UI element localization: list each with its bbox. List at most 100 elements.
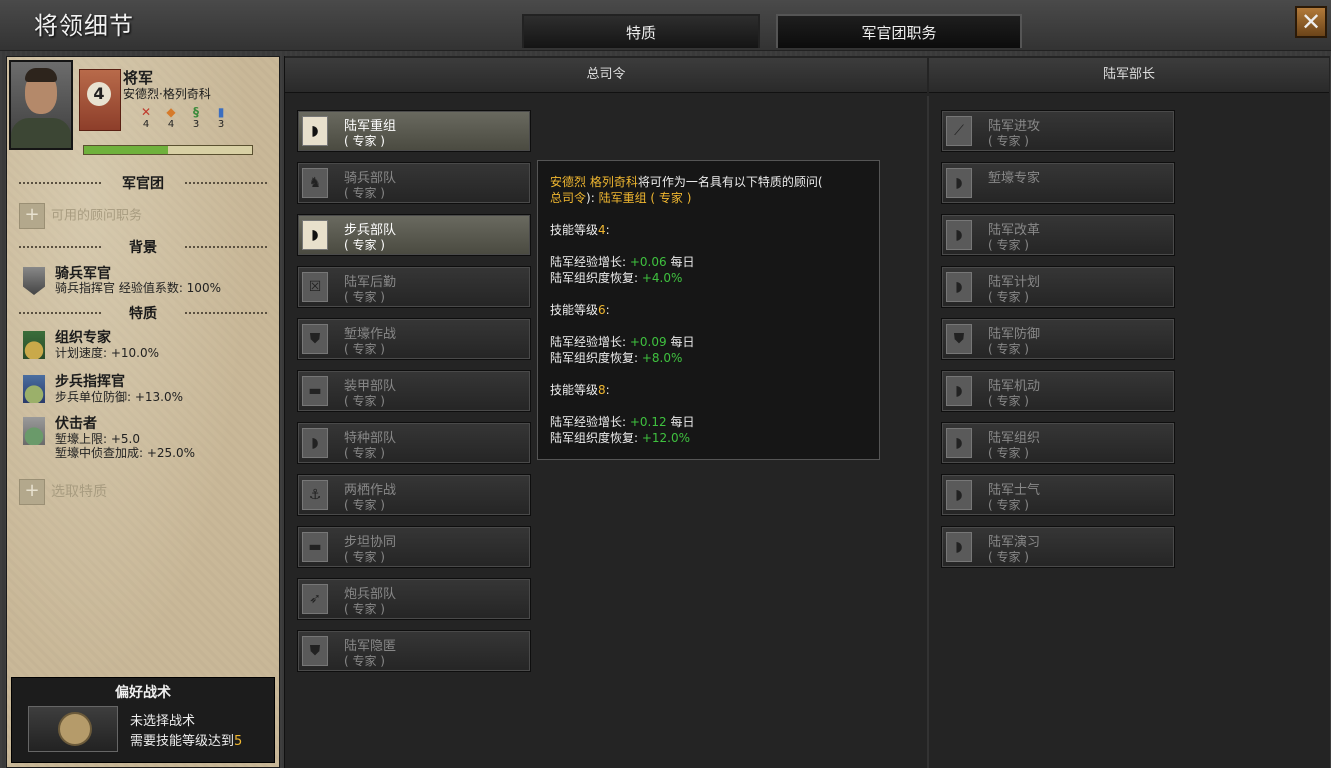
general-name: 安德烈·格列奇科 <box>123 87 211 101</box>
helmet-icon: ◗ <box>946 480 972 510</box>
advisor-slot-level: ( 专家 ) <box>344 498 385 512</box>
advisor-roles-panel: 总司令 陆军部长 ◗ 陆军重组( 专家 ) ♞ 骑兵部队( 专家 ) ◗ 步兵部队( 专家… <box>284 56 1330 768</box>
shield-icon: ⛊ <box>302 324 328 354</box>
close-button[interactable]: ✕ <box>1295 6 1327 38</box>
cavalry-badge-icon <box>23 267 45 295</box>
advisor-slot-level: ( 专家 ) <box>344 446 385 460</box>
advisor-slot-button[interactable]: ◗ 堑壕专家 <box>941 162 1175 204</box>
army-chief-column-header: 陆军部长 <box>929 58 1329 93</box>
advisor-slot-button[interactable]: ⟋ 陆军进攻( 专家 ) <box>941 110 1175 152</box>
advisor-slot-level: ( 专家 ) <box>988 134 1029 148</box>
advisor-slot-button[interactable]: ⚓ 两栖作战( 专家 ) <box>297 474 531 516</box>
advisor-slot-level: ( 专家 ) <box>344 602 385 616</box>
attack-stat: ✕ 4 <box>137 105 155 130</box>
artillery-icon: ➶ <box>302 584 328 614</box>
close-icon: ✕ <box>1300 8 1322 36</box>
defense-icon: ◆ <box>166 105 176 119</box>
shield-icon: ⛊ <box>302 636 328 666</box>
crate-icon: ☒ <box>302 272 328 302</box>
advisor-slot-level: ( 专家 ) <box>344 186 385 200</box>
background-heading: 背景 <box>7 237 279 257</box>
advisor-slot-level: ( 专家 ) <box>988 290 1029 304</box>
sword-icon: ⟋ <box>946 116 972 146</box>
tab-officer-corps-roles[interactable]: 军官团职务 <box>776 14 1022 48</box>
helmet-icon: ◗ <box>302 116 328 146</box>
planning-stat: § 3 <box>187 105 205 130</box>
tactic-emblem-icon <box>58 712 92 746</box>
advisor-slot-level: ( 专家 ) <box>988 342 1029 356</box>
advisor-slot-button[interactable]: ▬ 步坦协同( 专家 ) <box>297 526 531 568</box>
advisor-slot-level: ( 专家 ) <box>988 550 1029 564</box>
logistics-icon: ▮ <box>217 105 225 119</box>
planning-icon: § <box>193 105 199 119</box>
title-bar: 将领细节 特质 军官团职务 ✕ <box>0 0 1331 51</box>
helmet-icon: ◗ <box>302 428 328 458</box>
advisor-slot-button[interactable]: ◗ 陆军演习( 专家 ) <box>941 526 1175 568</box>
advisor-tooltip: 安德烈 格列奇科将可作为一名具有以下特质的顾问( 总司令): 陆军重组 ( 专家… <box>537 160 880 460</box>
advisor-slot-level: ( 专家 ) <box>988 394 1029 408</box>
helmet-icon: ◗ <box>946 376 972 406</box>
advisor-slot-level: ( 专家 ) <box>988 446 1029 460</box>
preferred-tactic-heading: 偏好战术 <box>115 685 171 701</box>
helmet-icon: ◗ <box>946 532 972 562</box>
advisor-slot-button[interactable]: ◗ 陆军机动( 专家 ) <box>941 370 1175 412</box>
helmet-icon: ◗ <box>946 428 972 458</box>
helmet-icon: ◗ <box>946 168 972 198</box>
logistics-stat: ▮ 3 <box>212 105 230 130</box>
advisor-slot-button[interactable]: ➶ 炮兵部队( 专家 ) <box>297 578 531 620</box>
available-advisor-role[interactable]: + 可用的顾问职务 <box>19 203 142 229</box>
medal-icon <box>23 375 45 403</box>
experience-bar <box>83 145 253 155</box>
plus-icon: + <box>19 203 45 229</box>
attack-icon: ✕ <box>140 105 152 119</box>
advisor-slot-button[interactable]: ◗ 陆军计划( 专家 ) <box>941 266 1175 308</box>
advisor-slot-level: ( 专家 ) <box>344 238 385 252</box>
advisor-slot-level: ( 专家 ) <box>344 654 385 668</box>
advisor-slot-name: 堑壕专家 <box>988 171 1041 186</box>
advisor-slot-button[interactable]: ⛊ 陆军防御( 专家 ) <box>941 318 1175 360</box>
rank-level: 4 <box>87 82 111 106</box>
advisor-slot-button[interactable]: ◗ 特种部队( 专家 ) <box>297 422 531 464</box>
defense-stat: ◆ 4 <box>162 105 180 130</box>
window-title: 将领细节 <box>34 12 134 40</box>
preferred-tactic-panel: 偏好战术 未选择战术 需要技能等级达到5 <box>11 677 275 763</box>
plus-icon: + <box>19 479 45 505</box>
horse-icon: ♞ <box>302 168 328 198</box>
advisor-slot-button[interactable]: ◗ 陆军组织( 专家 ) <box>941 422 1175 464</box>
traits-heading: 特质 <box>7 303 279 323</box>
tactic-select-button[interactable] <box>28 706 118 752</box>
column-divider <box>927 96 929 768</box>
tank-icon: ▬ <box>302 376 328 406</box>
rank-badge: 4 <box>79 69 121 131</box>
advisor-slot-button[interactable]: ◗ 陆军士气( 专家 ) <box>941 474 1175 516</box>
advisor-slot-button[interactable]: ▬ 装甲部队( 专家 ) <box>297 370 531 412</box>
advisor-slot-button[interactable]: ⛊ 陆军隐匿( 专家 ) <box>297 630 531 672</box>
helmet-icon: ◗ <box>302 220 328 250</box>
anchor-icon: ⚓ <box>302 480 328 510</box>
advisor-slot-level: ( 专家 ) <box>988 238 1029 252</box>
advisor-slot-level: ( 专家 ) <box>344 290 385 304</box>
advisor-slot-button[interactable]: ◗ 陆军改革( 专家 ) <box>941 214 1175 256</box>
tab-traits[interactable]: 特质 <box>522 14 760 48</box>
tactic-requirement: 需要技能等级达到5 <box>130 734 243 749</box>
advisor-slot-button[interactable]: ◗ 陆军重组( 专家 ) <box>297 110 531 152</box>
advisor-slot-level: ( 专家 ) <box>344 394 385 408</box>
helmet-icon: ◗ <box>946 220 972 250</box>
general-info-panel: 4 将军 安德烈·格列奇科 ✕ 4 ◆ 4 § 3 ▮ 3 军官团 + 可用的顾问职务 背… <box>6 56 280 768</box>
advisor-slot-button[interactable]: ☒ 陆军后勤( 专家 ) <box>297 266 531 308</box>
medal-icon <box>23 331 45 359</box>
tank-icon: ▬ <box>302 532 328 562</box>
tactic-status: 未选择战术 <box>130 714 196 729</box>
shield-icon: ⛊ <box>946 324 972 354</box>
advisor-slot-button[interactable]: ♞ 骑兵部队( 专家 ) <box>297 162 531 204</box>
pick-trait-button[interactable]: + 选取特质 <box>19 479 107 505</box>
officer-corps-heading: 军官团 <box>7 173 279 193</box>
general-portrait <box>9 60 73 150</box>
advisor-slot-level: ( 专家 ) <box>344 134 385 148</box>
helmet-icon: ◗ <box>946 272 972 302</box>
advisor-slot-button[interactable]: ⛊ 堑壕作战( 专家 ) <box>297 318 531 360</box>
experience-fill <box>84 146 168 154</box>
advisor-slot-button[interactable]: ◗ 步兵部队( 专家 ) <box>297 214 531 256</box>
commander-column-header: 总司令 <box>285 58 927 93</box>
general-details-window: 将领细节 特质 军官团职务 ✕ 4 将军 安德烈·格列奇科 ✕ 4 ◆ 4 § 3 ▮… <box>0 0 1331 768</box>
